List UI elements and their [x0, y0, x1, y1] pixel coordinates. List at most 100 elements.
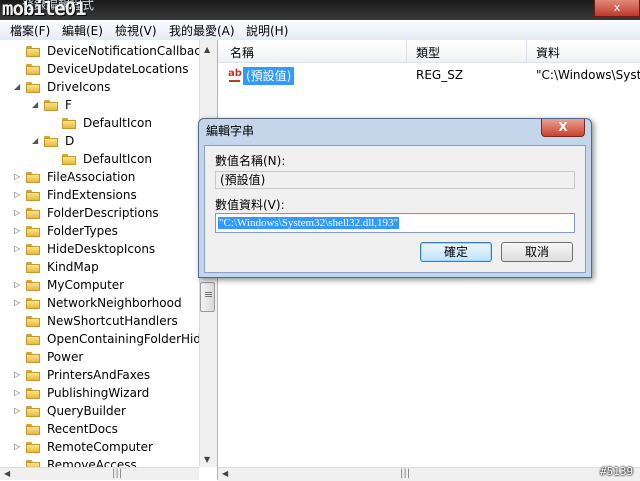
folder-icon: [44, 100, 58, 111]
folder-icon: [26, 244, 40, 255]
registry-tree[interactable]: DeviceNotificationCallback DeviceUpdateLo…: [0, 40, 218, 480]
expand-arrow-icon[interactable]: ▷: [14, 294, 22, 312]
folder-icon: [26, 352, 40, 363]
menu-bar: 檔案(F) 編輯(E) 檢視(V) 我的最愛(A) 說明(H): [0, 20, 640, 41]
tree-item-label: QueryBuilder: [47, 404, 126, 418]
folder-icon: [26, 172, 40, 183]
menu-favorites[interactable]: 我的最愛(A): [169, 22, 235, 39]
folder-icon: [26, 298, 40, 309]
folder-icon: [26, 370, 40, 381]
tree-item-label: DeviceUpdateLocations: [47, 62, 189, 76]
folder-icon: [26, 64, 40, 75]
value-data-input[interactable]: "C:\Windows\System32\shell32.dll,193": [215, 213, 575, 233]
value-data-cell: "C:\Windows\Syste: [536, 68, 640, 82]
expand-arrow-icon[interactable]: ▷: [14, 402, 22, 420]
column-divider[interactable]: [406, 40, 407, 62]
expand-arrow-icon[interactable]: ▷: [14, 204, 22, 222]
scroll-left-arrow-icon[interactable]: ◀: [222, 469, 228, 478]
menu-edit[interactable]: 編輯(E): [62, 22, 103, 39]
tree-item-label: D: [65, 134, 75, 148]
column-header-name[interactable]: 名稱: [230, 44, 254, 61]
folder-icon: [26, 46, 40, 57]
window-close-button[interactable]: x: [594, 0, 640, 17]
collapse-arrow-icon[interactable]: ◢: [32, 96, 40, 114]
folder-icon: [26, 316, 40, 327]
folder-icon: [26, 262, 40, 273]
folder-icon: [26, 190, 40, 201]
tree-item-label: PrintersAndFaxes: [47, 368, 151, 382]
ok-button[interactable]: 確定: [420, 242, 492, 262]
value-name-label: 數值名稱(N):: [215, 154, 286, 168]
tree-item-label: RecentDocs: [47, 422, 118, 436]
scroll-up-arrow-icon[interactable]: ▲: [204, 45, 210, 54]
list-horizontal-scrollbar[interactable]: ◀ |||: [218, 467, 640, 481]
expand-arrow-icon[interactable]: ▷: [14, 240, 22, 258]
tree-item-label: NewShortcutHandlers: [47, 314, 178, 328]
tree-item-label: MyComputer: [47, 278, 125, 292]
site-logo: mobile01: [2, 0, 87, 20]
tree-item-label: HideDesktopIcons: [47, 242, 156, 256]
selected-data-text[interactable]: "C:\Windows\System32\shell32.dll,193": [218, 217, 400, 229]
dialog-close-button[interactable]: X: [541, 119, 585, 137]
column-divider[interactable]: [526, 40, 527, 62]
column-header-type[interactable]: 類型: [416, 44, 440, 61]
folder-icon: [26, 82, 40, 93]
tree-horizontal-scrollbar[interactable]: ◀ |||: [0, 467, 199, 480]
watermark: #5139: [600, 465, 634, 478]
folder-icon: [26, 226, 40, 237]
scroll-grip-icon[interactable]: |||: [400, 468, 410, 479]
menu-help[interactable]: 說明(H): [246, 22, 288, 39]
value-name-cell[interactable]: (預設值): [243, 67, 295, 85]
tree-item-label: FileAssociation: [47, 170, 136, 184]
expand-arrow-icon[interactable]: ▷: [14, 438, 22, 456]
scroll-down-arrow-icon[interactable]: ▼: [204, 455, 210, 464]
collapse-arrow-icon[interactable]: ◢: [14, 78, 22, 96]
column-header-data[interactable]: 資料: [536, 44, 560, 61]
folder-icon: [26, 208, 40, 219]
folder-icon: [26, 406, 40, 417]
column-headers: 名稱 類型 資料: [218, 40, 640, 63]
edit-string-dialog: 編輯字串 X 數值名稱(N): (預設值) 數值資料(V): "C:\Windo…: [198, 118, 592, 278]
dialog-title: 編輯字串: [206, 124, 255, 138]
tree-item-label: FindExtensions: [47, 188, 137, 202]
scroll-left-arrow-icon[interactable]: ◀: [4, 469, 10, 478]
tree-item-label: DefaultIcon: [83, 116, 152, 130]
string-value-icon: ab: [228, 68, 242, 83]
menu-view[interactable]: 檢視(V): [115, 22, 157, 39]
folder-icon: [26, 334, 40, 345]
tree-item-label: NetworkNeighborhood: [47, 296, 182, 310]
folder-icon: [26, 388, 40, 399]
value-name-field: (預設值): [215, 171, 575, 189]
tree-item-label: DeviceNotificationCallback: [47, 44, 208, 58]
dialog-body: 數值名稱(N): (預設值) 數值資料(V): "C:\Windows\Syst…: [204, 145, 586, 273]
tree-item-label: PublishingWizard: [47, 386, 150, 400]
expand-arrow-icon[interactable]: ▷: [14, 168, 22, 186]
tree-item-label: F: [65, 98, 72, 112]
value-type-cell: REG_SZ: [416, 68, 464, 82]
tree-scroll-thumb[interactable]: [200, 282, 215, 312]
folder-icon: [26, 424, 40, 435]
menu-file[interactable]: 檔案(F): [10, 22, 50, 39]
folder-icon: [44, 136, 58, 147]
folder-icon: [62, 154, 76, 165]
expand-arrow-icon[interactable]: ▷: [14, 222, 22, 240]
expand-arrow-icon[interactable]: ▷: [14, 366, 22, 384]
tree-item-label: DefaultIcon: [83, 152, 152, 166]
tree-item-label: RemoteComputer: [47, 440, 153, 454]
folder-icon: [26, 280, 40, 291]
tree-item-label: KindMap: [47, 260, 99, 274]
scroll-grip-icon[interactable]: |||: [112, 468, 122, 479]
expand-arrow-icon[interactable]: ▷: [14, 276, 22, 294]
tree-item-label: FolderTypes: [47, 224, 118, 238]
folder-icon: [26, 442, 40, 453]
tree-item-label: Power: [47, 350, 84, 364]
window-title-bar: 登錄編輯程式 mobile01 x: [0, 0, 640, 20]
cancel-button[interactable]: 取消: [501, 242, 573, 262]
expand-arrow-icon[interactable]: ▷: [14, 384, 22, 402]
value-data-label: 數值資料(V):: [215, 198, 285, 212]
expand-arrow-icon[interactable]: ▷: [14, 186, 22, 204]
collapse-arrow-icon[interactable]: ◢: [32, 132, 40, 150]
folder-icon: [62, 118, 76, 129]
tree-item-label: OpenContainingFolderHid: [47, 332, 201, 346]
tree-item-label: FolderDescriptions: [47, 206, 159, 220]
